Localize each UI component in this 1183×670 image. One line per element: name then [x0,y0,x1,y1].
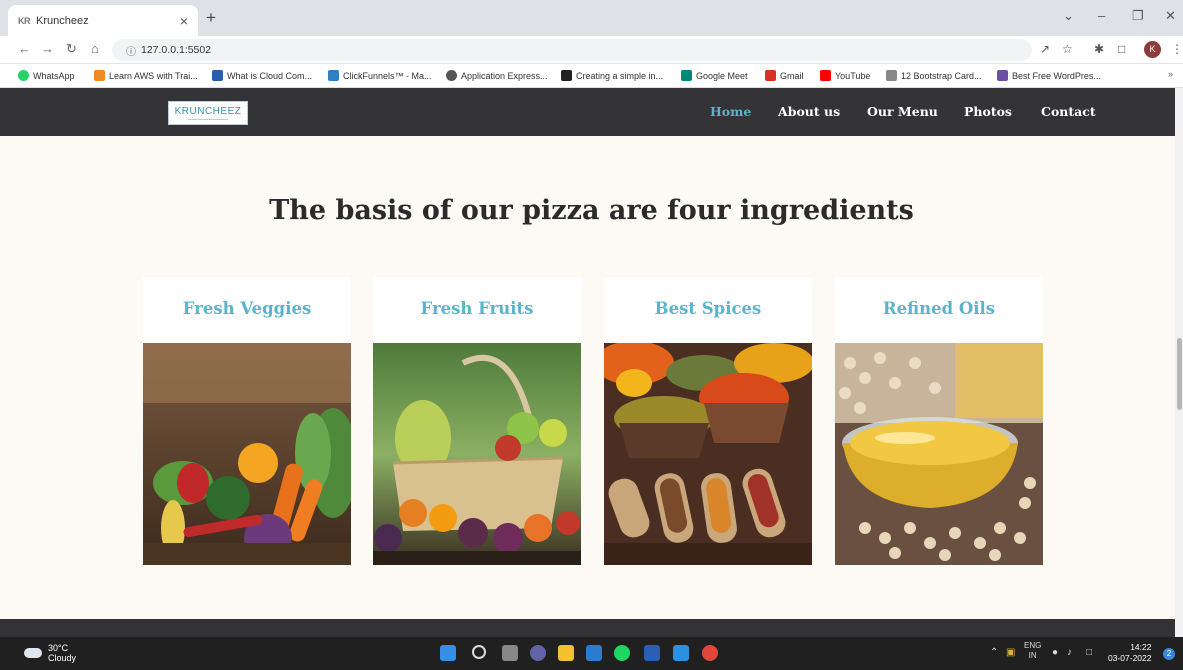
reload-icon[interactable]: ↻ [66,41,77,57]
taskbar: 30°C Cloudy ⌃ ▣ ENG IN ● ♪ □ 14:22 03-07… [0,637,1183,670]
spotify-icon[interactable] [614,645,630,661]
youtube-icon [820,70,831,81]
scrollbar-thumb[interactable] [1177,338,1182,410]
bookmark-clickfunnels[interactable]: ClickFunnels™ - Ma... [328,70,432,81]
forward-icon[interactable]: → [41,41,54,56]
bookmark-creating-simple[interactable]: Creating a simple in... [561,70,663,81]
wifi-icon[interactable]: ● [1052,647,1058,658]
tab-search-chevron-icon[interactable]: ⌄ [1063,8,1074,24]
browser-titlebar: KR Kruncheez × + ⌄ – ❐ ✕ [0,0,1183,36]
bookmarks-bar: WhatsApp Learn AWS with Trai... What is … [0,64,1183,88]
system-clock[interactable]: 14:22 03-07-2022 [1108,642,1151,664]
battery-icon[interactable]: □ [1086,647,1092,658]
clickfunnels-icon [328,70,339,81]
code-icon [886,70,897,81]
windows-start-icon[interactable] [440,645,456,661]
card-title: Best Spices [654,299,762,318]
wordpress-icon [997,70,1008,81]
bookmark-google-meet[interactable]: Google Meet [681,70,748,81]
globe-icon [446,70,457,81]
nav-our-menu[interactable]: Our Menu [867,104,938,119]
chat-icon[interactable] [530,645,546,661]
logo-underline [188,119,228,120]
address-toolbar: ← → ↻ ⌂ ⓘ 127.0.0.1:5502 ↗ ☆ ✱ □ ⋮ [0,36,1183,64]
share-icon[interactable]: ↗ [1040,42,1050,56]
ingredient-card-spices: Best Spices [604,277,812,565]
bookmark-wordpress[interactable]: Best Free WordPres... [997,70,1101,81]
bookmark-bootstrap-card[interactable]: 12 Bootstrap Card... [886,70,982,81]
browser-menu-icon[interactable]: ⋮ [1171,42,1183,56]
bookmark-whatsapp[interactable]: WhatsApp [18,70,75,81]
fruit-basket-image [373,343,581,565]
tray-app-icon[interactable]: ▣ [1006,647,1015,658]
card-title: Fresh Veggies [182,299,312,318]
search-icon[interactable] [472,645,486,659]
tab-favicon: KR [18,15,31,26]
more-bookmarks-icon[interactable]: » [1168,69,1173,79]
bookmark-learn-aws[interactable]: Learn AWS with Trai... [94,70,198,81]
ingredient-card-fruits: Fresh Fruits [373,277,581,565]
chrome-icon[interactable] [702,645,718,661]
aws-icon [94,70,105,81]
side-panel-icon[interactable]: □ [1118,42,1125,56]
footer-strip [0,619,1175,637]
video-icon [561,70,572,81]
bookmark-star-icon[interactable]: ☆ [1062,42,1073,56]
site-navbar: KRUNCHEEZ Home About us Our Menu Photos … [0,88,1175,136]
card-title: Refined Oils [882,299,996,318]
cloud-icon [24,648,42,658]
language-indicator[interactable]: ENG IN [1024,641,1041,661]
file-explorer-icon[interactable] [558,645,574,661]
store-icon[interactable] [586,645,602,661]
home-icon[interactable]: ⌂ [91,41,99,56]
tab-close-icon[interactable]: × [180,13,188,29]
gmail-icon [765,70,776,81]
nav-contact[interactable]: Contact [1041,104,1096,119]
weather-widget[interactable]: 30°C Cloudy [24,643,76,663]
site-logo[interactable]: KRUNCHEEZ [168,101,248,125]
oil-bowl-image [835,343,1043,565]
nav-photos[interactable]: Photos [964,104,1012,119]
bookmark-cloud-computing[interactable]: What is Cloud Com... [212,70,312,81]
task-view-icon[interactable] [502,645,518,661]
logo-text: KRUNCHEEZ [174,106,242,117]
clock-date: 03-07-2022 [1108,653,1152,663]
vegetables-image [143,343,351,565]
clock-time: 14:22 [1130,642,1152,652]
close-window-icon[interactable]: ✕ [1165,8,1176,24]
browser-tab[interactable]: KR Kruncheez × [8,5,198,36]
whatsapp-icon [18,70,29,81]
site-info-icon[interactable]: ⓘ [126,43,136,58]
cloud-article-icon [212,70,223,81]
url-text: 127.0.0.1:5502 [141,44,212,56]
url-bar[interactable]: ⓘ 127.0.0.1:5502 [112,39,1032,61]
restore-icon[interactable]: ❐ [1132,8,1144,24]
notification-badge[interactable]: 2 [1163,648,1175,660]
spices-image [604,343,812,565]
nav-home[interactable]: Home [710,104,751,119]
tray-overflow-icon[interactable]: ⌃ [990,647,998,658]
card-title: Fresh Fruits [420,299,534,318]
section-heading: The basis of our pizza are four ingredie… [269,195,914,226]
word-icon[interactable] [644,645,660,661]
temperature: 30°C [48,643,69,653]
page-viewport: KRUNCHEEZ Home About us Our Menu Photos … [0,88,1175,637]
bookmark-youtube[interactable]: YouTube [820,70,870,81]
nav-about-us[interactable]: About us [778,104,840,119]
minimize-icon[interactable]: – [1098,8,1105,23]
vscode-icon[interactable] [673,645,689,661]
ingredient-card-veggies: Fresh Veggies [143,277,351,565]
google-meet-icon [681,70,692,81]
bookmark-application-express[interactable]: Application Express... [446,70,548,81]
bookmark-gmail[interactable]: Gmail [765,70,804,81]
tab-title: Kruncheez [36,14,89,27]
new-tab-button[interactable]: + [206,8,216,28]
weather-condition: Cloudy [48,653,77,663]
profile-avatar[interactable]: K [1144,41,1161,58]
ingredient-card-oils: Refined Oils [835,277,1043,565]
back-icon[interactable]: ← [18,41,31,56]
extensions-icon[interactable]: ✱ [1094,42,1104,56]
volume-icon[interactable]: ♪ [1067,647,1072,658]
